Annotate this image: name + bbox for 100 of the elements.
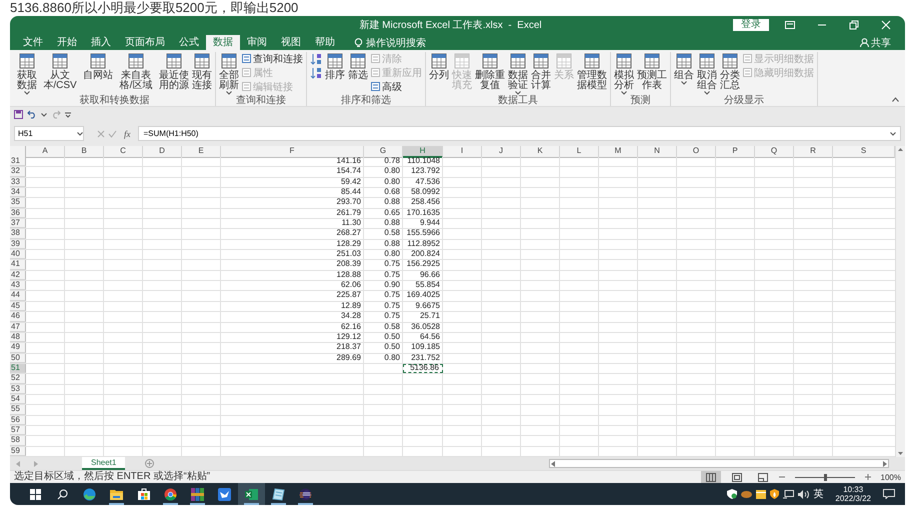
ribbon-button[interactable]: 合并计算: [530, 52, 552, 91]
search-icon[interactable]: [57, 488, 68, 500]
ribbon-button[interactable]: 删除重复值: [474, 52, 506, 91]
caret-icon: [890, 132, 896, 136]
ribbon-button[interactable]: 全部刷新: [218, 52, 240, 95]
save-icon[interactable]: [14, 110, 23, 119]
scroll-down-icon[interactable]: [896, 449, 905, 457]
zoom-out-icon[interactable]: [778, 474, 785, 480]
menu-tab[interactable]: 公式: [172, 35, 206, 50]
ribbon-small-button[interactable]: 高级: [370, 80, 423, 93]
menu-tab[interactable]: 帮助: [308, 35, 342, 50]
login-button[interactable]: 登录: [733, 18, 769, 30]
menu-tab[interactable]: 视图: [274, 35, 308, 50]
sphere-icon[interactable]: [299, 488, 312, 500]
ribbon-button[interactable]: 取消组合: [696, 52, 718, 95]
ribbon-button[interactable]: 数据验证: [507, 52, 529, 95]
ribbon-button[interactable]: 自网站: [82, 52, 114, 81]
row-header[interactable]: 46: [10, 312, 26, 322]
scroll-right-icon[interactable]: [882, 460, 888, 466]
flame-shield-icon[interactable]: [770, 489, 780, 499]
ribbon-button[interactable]: 来自表格/区域: [115, 52, 157, 91]
windows-icon[interactable]: [30, 488, 41, 500]
row-header[interactable]: 37: [10, 219, 26, 228]
view-button[interactable]: [700, 471, 721, 483]
table-cell-text: 0.88: [383, 198, 401, 208]
row-header[interactable]: 55: [10, 405, 26, 415]
spreadsheet-icon[interactable]: [245, 488, 258, 500]
menu-tab[interactable]: 开始: [50, 35, 84, 50]
ribbon-button[interactable]: 分类汇总: [719, 52, 741, 91]
menu-tab[interactable]: 数据: [206, 35, 240, 50]
ribbon-button[interactable]: 排序: [324, 52, 346, 81]
clock[interactable]: 10:33 2022/3/22: [835, 485, 871, 503]
bird-icon[interactable]: [218, 488, 231, 500]
table-cell-text: 62.16: [340, 322, 362, 332]
folder-icon[interactable]: [756, 490, 766, 498]
row-header[interactable]: 38: [10, 229, 26, 239]
vertical-scrollbar[interactable]: [895, 146, 905, 457]
formula-field[interactable]: =SUM(H1:H50): [138, 126, 901, 141]
row-header[interactable]: 52: [10, 374, 26, 384]
ribbon-button[interactable]: 从文本/CSV: [39, 52, 81, 91]
row-header[interactable]: 35: [10, 198, 26, 208]
row-header[interactable]: 40: [10, 250, 26, 260]
row-header[interactable]: 44: [10, 291, 26, 301]
insert-function-button[interactable]: fx: [120, 128, 134, 138]
table-cell-text: 0.68: [383, 188, 401, 198]
ribbon-display-icon[interactable]: [785, 20, 795, 30]
restore-icon[interactable]: [849, 20, 859, 30]
row-header[interactable]: 58: [10, 436, 26, 446]
check-icon[interactable]: [108, 130, 117, 138]
group-label: 数据工具: [498, 95, 538, 106]
window-title: 新建 Microsoft Excel 工作表.xlsx - Excel: [358, 18, 543, 32]
books-icon[interactable]: [191, 488, 204, 500]
undo-icon[interactable]: [27, 110, 37, 119]
ribbon-button[interactable]: 管理数据模型: [576, 52, 608, 91]
share-button[interactable]: 共享: [854, 35, 897, 50]
row-header[interactable]: 49: [10, 343, 26, 353]
sort-descending-button[interactable]: [309, 66, 323, 79]
sheet-tab[interactable]: Sheet1: [82, 457, 126, 470]
horizontal-scrollbar[interactable]: [549, 459, 889, 468]
folder-icon[interactable]: [110, 488, 123, 500]
swirl-icon[interactable]: [83, 488, 96, 500]
column-header[interactable]: H: [403, 146, 443, 158]
tell-me-search[interactable]: 操作说明搜索: [348, 35, 432, 50]
speaker-icon[interactable]: [798, 490, 810, 498]
name-box[interactable]: H51: [14, 126, 84, 141]
ribbon-small-button[interactable]: 查询和连接: [241, 52, 304, 65]
input-method-indicator[interactable]: 英: [813, 487, 824, 501]
close-icon[interactable]: [881, 20, 891, 30]
customize-icon[interactable]: [65, 112, 71, 118]
shopping-bag-icon[interactable]: [138, 488, 150, 500]
scroll-up-icon[interactable]: [896, 146, 905, 154]
ribbon-button[interactable]: 最近使用的源: [158, 52, 190, 91]
menu-tab[interactable]: 审阅: [240, 35, 274, 50]
shield-icon[interactable]: [727, 489, 738, 499]
row-header[interactable]: 31: [10, 157, 26, 166]
network-icon[interactable]: [783, 490, 794, 498]
zoom-level[interactable]: 100%: [880, 472, 901, 482]
zoom-thumb[interactable]: [824, 474, 827, 480]
scroll-left-icon[interactable]: [550, 460, 556, 466]
ring-icon[interactable]: [164, 488, 177, 500]
menu-tab[interactable]: 文件: [16, 35, 50, 50]
ribbon-button[interactable]: 现有连接: [191, 52, 213, 91]
collapse-ribbon-icon[interactable]: [892, 97, 899, 102]
notification-icon[interactable]: [883, 489, 895, 499]
menu-tab[interactable]: 插入: [84, 35, 118, 50]
ribbon-button[interactable]: 预测工作表: [636, 52, 668, 91]
ribbon-button[interactable]: 组合: [673, 52, 695, 85]
table-cell-text: 0.58: [383, 229, 401, 239]
ribbon-button[interactable]: 筛选: [347, 52, 369, 81]
menu-tab[interactable]: 页面布局: [118, 35, 172, 50]
row-header[interactable]: 32: [10, 167, 26, 177]
notepad-icon[interactable]: [272, 488, 285, 500]
zoom-in-icon[interactable]: [864, 474, 871, 480]
row-header[interactable]: 34: [10, 188, 26, 198]
ribbon-button[interactable]: 获取数据: [16, 52, 38, 95]
ribbon-button[interactable]: 分列: [428, 52, 450, 81]
row-header[interactable]: 43: [10, 281, 26, 290]
sort-ascending-button[interactable]: [309, 52, 323, 65]
ribbon-button[interactable]: 模拟分析: [613, 52, 635, 95]
row-header[interactable]: 41: [10, 260, 26, 270]
